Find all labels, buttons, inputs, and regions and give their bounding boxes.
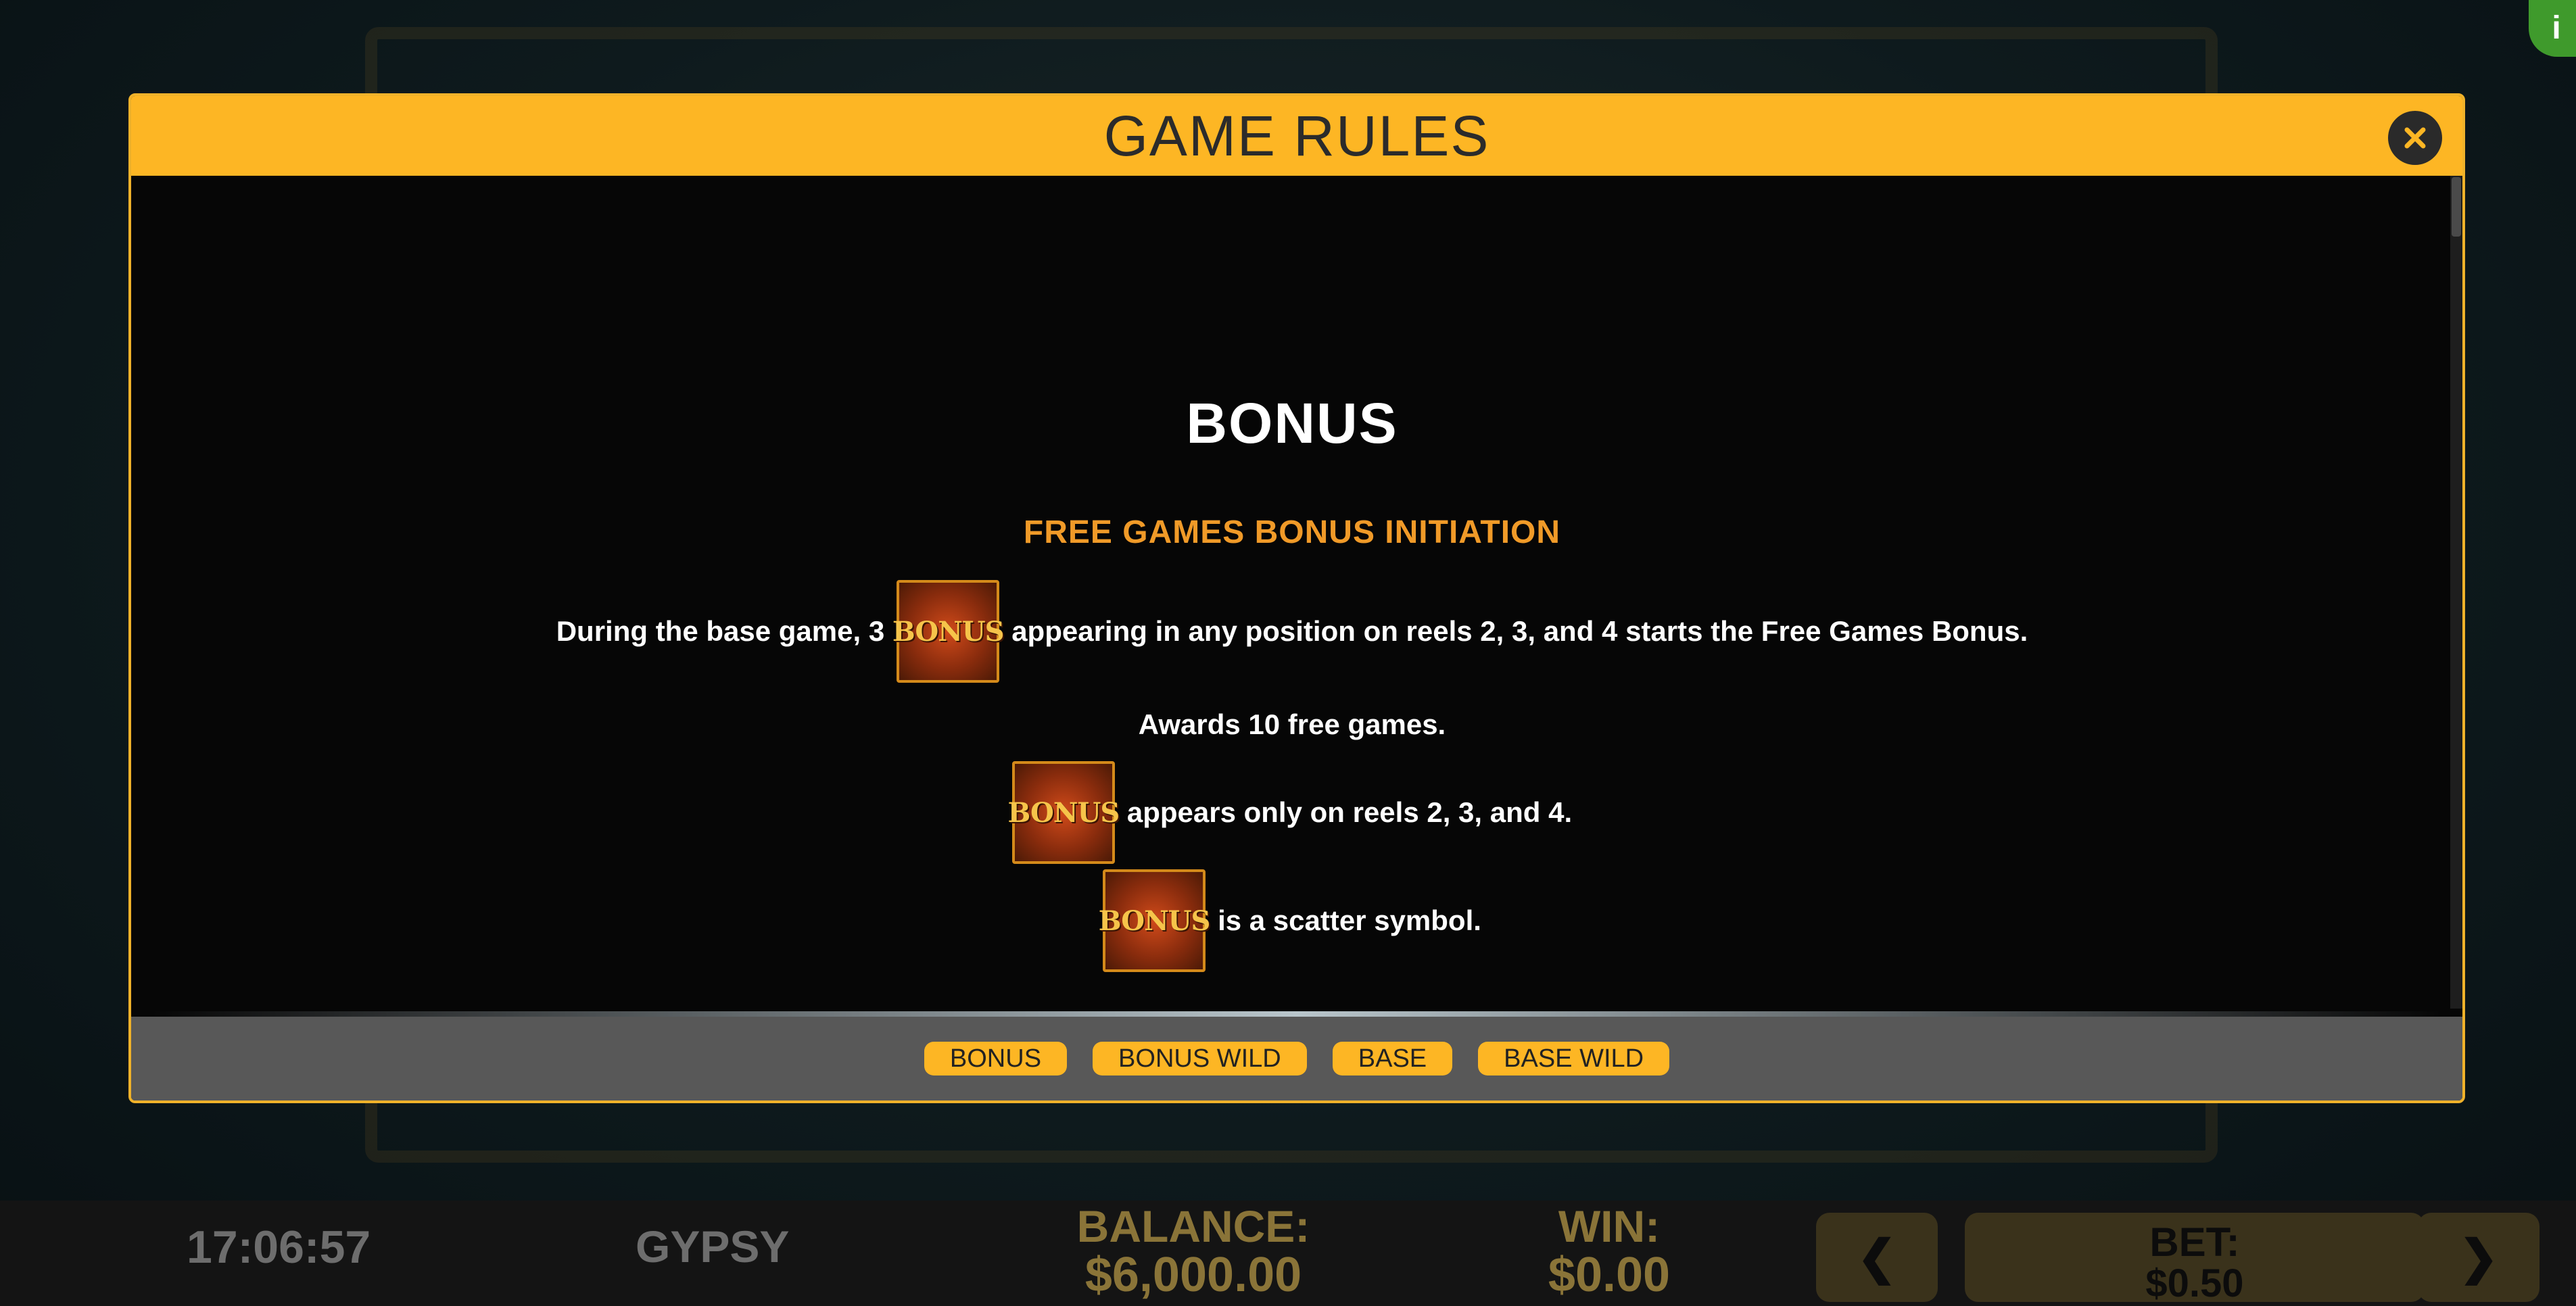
rule-text: appears only on reels 2, 3, and 4. [1126, 796, 1573, 828]
game-screen: A K K A J J i GAME RULES BONUS FREE GAME… [0, 0, 2576, 1306]
game-name: GYPSY [636, 1222, 790, 1272]
scroll-thumb[interactable] [2452, 177, 2461, 237]
scrollbar[interactable] [2450, 176, 2462, 1009]
clock: 17:06:57 [187, 1222, 371, 1273]
tab-base-wild[interactable]: BASE WILD [1478, 1042, 1670, 1075]
info-icon[interactable]: i [2529, 0, 2576, 57]
tab-bonus-wild[interactable]: BONUS WILD [1093, 1042, 1307, 1075]
rule-text: is a scatter symbol. [1218, 904, 1481, 936]
chevron-right-icon: ❯ [2458, 1231, 2499, 1284]
bonus-symbol-icon: BONUS [1099, 869, 1210, 972]
balance-value: $6,000.00 [1084, 1248, 1302, 1303]
bonus-symbol-icon: BONUS [892, 580, 1005, 683]
section-title: BONUS [1186, 391, 1398, 455]
rule-paragraph: BONUS appears only on reels 2, 3, and 4. [131, 761, 2453, 864]
rule-text: appearing in any position on reels 2, 3,… [1011, 615, 2028, 647]
bet-display[interactable]: BET: $0.50 [1965, 1213, 2425, 1305]
game-rules-dialog: GAME RULES BONUS FREE GAMES BONUS INITIA… [128, 93, 2465, 1103]
subsection-title: FREE GAMES BONUS INITIATION [1023, 514, 1561, 550]
rules-tab-bar: BONUS BONUS WILD BASE BASE WILD [131, 1017, 2462, 1101]
bonus-symbol-icon: BONUS [1008, 761, 1120, 864]
tab-bonus[interactable]: BONUS [924, 1042, 1068, 1075]
rule-text: During the base game, 3 [556, 615, 885, 647]
balance-label: BALANCE: [1076, 1201, 1310, 1251]
dialog-title: GAME RULES [1103, 103, 1490, 168]
bet-increase-button[interactable]: ❯ [2418, 1213, 2539, 1302]
rules-content[interactable]: BONUS FREE GAMES BONUS INITIATION During… [131, 176, 2453, 1095]
dialog-header: GAME RULES [131, 96, 2462, 176]
bet-value: $0.50 [2145, 1261, 2244, 1305]
bet-decrease-button[interactable]: ❮ [1816, 1213, 1938, 1302]
balance-display: BALANCE: $6,000.00 [1055, 1203, 1332, 1301]
rule-paragraph: Awards 10 free games. [131, 708, 2453, 741]
rule-paragraph: During the base game, 3 BONUS appearing … [131, 580, 2453, 683]
tab-base[interactable]: BASE [1332, 1042, 1453, 1075]
win-value: $0.00 [1548, 1248, 1671, 1303]
status-bar: 17:06:57 GYPSY BALANCE: $6,000.00 WIN: $… [0, 1201, 2576, 1306]
rule-text: Awards 10 free games. [1138, 708, 1446, 740]
win-label: WIN: [1558, 1201, 1661, 1251]
chevron-left-icon: ❮ [1857, 1231, 1897, 1284]
close-icon [2404, 127, 2426, 149]
rule-paragraph: BONUS is a scatter symbol. [131, 869, 2453, 972]
win-display: WIN: $0.00 [1514, 1203, 1704, 1301]
close-button[interactable] [2388, 111, 2442, 165]
bet-label: BET: [2149, 1219, 2240, 1265]
